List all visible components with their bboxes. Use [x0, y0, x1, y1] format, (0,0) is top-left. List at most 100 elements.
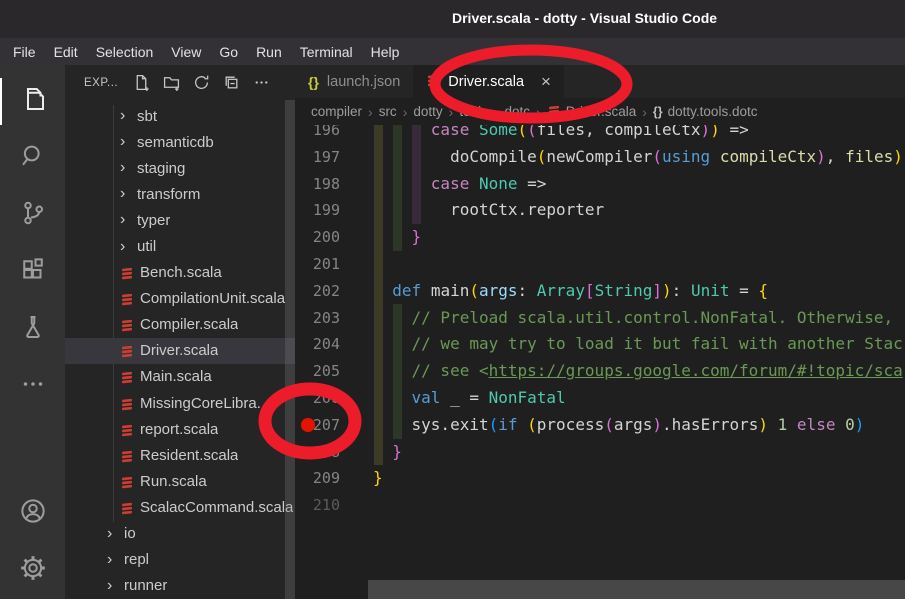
code-line-198[interactable]: 198 case None => — [295, 171, 905, 198]
tree-item-io[interactable]: ›io — [65, 521, 295, 547]
tree-item-semanticdb[interactable]: ›semanticdb — [65, 129, 295, 155]
tree-item-label: Driver.scala — [140, 342, 218, 359]
extensions-icon — [18, 255, 48, 290]
tab-launch-json[interactable]: {}launch.json — [295, 65, 413, 98]
activity-account[interactable] — [0, 485, 65, 542]
breadcrumb-separator: › — [642, 104, 647, 120]
tree-item-compiler-scala[interactable]: Compiler.scala — [65, 312, 295, 338]
code-line-197[interactable]: 197 doCompile(newCompiler(using compileC… — [295, 144, 905, 171]
tree-item-runner[interactable]: ›runner — [65, 573, 295, 599]
gear-icon — [18, 553, 48, 588]
activity-extensions[interactable] — [0, 244, 65, 301]
code-line-208[interactable]: 208 } — [295, 439, 905, 466]
menu-help[interactable]: Help — [362, 44, 409, 60]
code-line-209[interactable]: 209} — [295, 465, 905, 492]
close-icon[interactable]: × — [541, 73, 551, 90]
tree-item-label: Resident.scala — [140, 447, 238, 464]
chevron-right-icon: › — [107, 526, 124, 542]
breakpoint-dot[interactable] — [301, 418, 315, 432]
code-line-199[interactable]: 199 rootCtx.reporter — [295, 197, 905, 224]
editor-horizontal-scrollbar[interactable] — [368, 580, 905, 599]
tree-item-missingcorelibra[interactable]: MissingCoreLibra... — [65, 390, 295, 416]
activity-search[interactable] — [0, 130, 65, 187]
code-line-206[interactable]: 206 val _ = NonFatal — [295, 385, 905, 412]
code-line-text: } — [340, 465, 383, 492]
breadcrumb-item-src[interactable]: src — [379, 104, 397, 119]
code-line-201[interactable]: 201 — [295, 251, 905, 278]
scala-file-icon — [120, 448, 134, 463]
tree-item-staging[interactable]: ›staging — [65, 155, 295, 181]
menu-selection[interactable]: Selection — [87, 44, 163, 60]
tree-item-label: MissingCoreLibra... — [140, 395, 269, 412]
tree-item-label: Compiler.scala — [140, 316, 238, 333]
scala-file-icon — [120, 317, 140, 332]
tree-item-sbt[interactable]: ›sbt — [65, 103, 295, 129]
new-file-icon[interactable] — [130, 71, 153, 94]
window-title: Driver.scala - dotty - Visual Studio Cod… — [452, 10, 717, 26]
breadcrumb-item-driver-scala[interactable]: Driver.scala — [547, 103, 637, 121]
menu-edit[interactable]: Edit — [45, 44, 87, 60]
chevron-right-icon: › — [120, 212, 137, 228]
new-folder-icon[interactable] — [160, 71, 183, 94]
scala-file-icon — [120, 500, 134, 515]
scala-file-icon — [120, 265, 140, 280]
tree-item-bench-scala[interactable]: Bench.scala — [65, 260, 295, 286]
tree-item-util[interactable]: ›util — [65, 233, 295, 259]
menu-go[interactable]: Go — [210, 44, 247, 60]
breadcrumb-label: dotty.tools.dotc — [668, 104, 758, 119]
code-line-203[interactable]: 203 // Preload scala.util.control.NonFat… — [295, 305, 905, 332]
scala-file-icon — [120, 369, 134, 384]
sidebar-scrollbar[interactable] — [285, 100, 295, 599]
title-bar: Driver.scala - dotty - Visual Studio Cod… — [0, 0, 905, 38]
activity-settings[interactable] — [0, 542, 65, 599]
breadcrumb-item-dotty[interactable]: dotty — [413, 104, 442, 119]
refresh-icon[interactable] — [190, 71, 213, 94]
activity-source-control[interactable] — [0, 187, 65, 244]
activity-more[interactable] — [0, 358, 65, 415]
code-line-text: sys.exit(if (process(args).hasErrors) 1 … — [340, 412, 864, 439]
tree-item-compilationunit-scala[interactable]: CompilationUnit.scala — [65, 286, 295, 312]
code-line-text: // Preload scala.util.control.NonFatal. … — [340, 305, 893, 332]
tree-item-resident-scala[interactable]: Resident.scala — [65, 442, 295, 468]
code-line-204[interactable]: 204 // we may try to load it but fail wi… — [295, 331, 905, 358]
line-number: 208 — [295, 439, 340, 466]
tree-item-typer[interactable]: ›typer — [65, 207, 295, 233]
code-line-207[interactable]: 207 sys.exit(if (process(args).hasErrors… — [295, 412, 905, 439]
breadcrumb-item-dotc[interactable]: dotc — [505, 104, 531, 119]
menu-file[interactable]: File — [4, 44, 45, 60]
chevron-right-icon: › — [120, 134, 137, 150]
activity-explorer[interactable] — [0, 73, 65, 130]
menu-view[interactable]: View — [162, 44, 210, 60]
more-actions-icon[interactable] — [250, 71, 273, 94]
tree-item-run-scala[interactable]: Run.scala — [65, 468, 295, 494]
tree-item-repl[interactable]: ›repl — [65, 547, 295, 573]
breadcrumb-item-tools[interactable]: tools — [459, 104, 488, 119]
scala-file-icon — [120, 396, 140, 411]
line-number: 209 — [295, 465, 340, 492]
breadcrumb-item-compiler[interactable]: compiler — [311, 104, 362, 119]
code-line-202[interactable]: 202 def main(args: Array[String]): Unit … — [295, 278, 905, 305]
activity-testing[interactable] — [0, 301, 65, 358]
tree-item-scalaccommand-scala[interactable]: ScalacCommand.scala — [65, 494, 295, 520]
code-line-205[interactable]: 205 // see <https://groups.google.com/fo… — [295, 358, 905, 385]
scala-file-icon — [120, 291, 140, 306]
scala-file-icon — [547, 103, 561, 121]
tab-driver-scala[interactable]: Driver.scala× — [413, 65, 564, 98]
collapse-all-icon[interactable] — [220, 71, 243, 94]
breadcrumb: compiler›src›dotty›tools›dotc›Driver.sca… — [295, 98, 905, 125]
menu-run[interactable]: Run — [247, 44, 291, 60]
menu-terminal[interactable]: Terminal — [291, 44, 362, 60]
code-line-210[interactable]: 210 — [295, 492, 905, 519]
code-editor[interactable]: 196 case Some((files, compileCtx)) =>197… — [295, 117, 905, 519]
breadcrumb-separator: › — [494, 104, 499, 120]
scala-file-icon — [120, 500, 140, 515]
tree-item-report-scala[interactable]: report.scala — [65, 416, 295, 442]
tree-item-transform[interactable]: ›transform — [65, 181, 295, 207]
tree-item-main-scala[interactable]: Main.scala — [65, 364, 295, 390]
breadcrumb-item-dotty-tools-dotc[interactable]: {}dotty.tools.dotc — [653, 104, 758, 119]
scala-file-icon — [120, 422, 134, 437]
tree-item-label: CompilationUnit.scala — [140, 290, 285, 307]
code-line-200[interactable]: 200 } — [295, 224, 905, 251]
tree-item-driver-scala[interactable]: Driver.scala — [65, 338, 295, 364]
breadcrumb-separator: › — [368, 104, 373, 120]
